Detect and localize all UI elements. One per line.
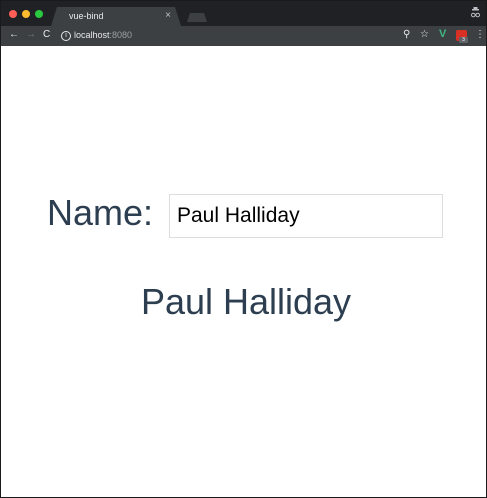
- tab-title: vue-bind: [69, 11, 104, 21]
- maximize-window-button[interactable]: [35, 10, 43, 18]
- browser-window: vue-bind × ← → C i localhost:8080 ⚲ ☆ V …: [0, 0, 487, 498]
- vue-devtools-icon[interactable]: V: [439, 28, 446, 40]
- incognito-icon: [471, 7, 480, 18]
- address-bar[interactable]: localhost:8080: [74, 30, 132, 40]
- close-window-button[interactable]: [9, 10, 17, 18]
- extension-badge: 3: [459, 37, 468, 43]
- page-content: Name: Paul Halliday: [1, 46, 486, 497]
- tab-close-icon[interactable]: ×: [165, 10, 171, 21]
- forward-arrow-icon[interactable]: →: [26, 29, 36, 40]
- back-arrow-icon[interactable]: ←: [9, 29, 19, 40]
- name-input[interactable]: [169, 194, 443, 238]
- new-tab-button[interactable]: [187, 13, 207, 22]
- url-port: :8080: [109, 30, 133, 40]
- menu-kebab-icon[interactable]: ⋮: [475, 29, 485, 40]
- minimize-window-button[interactable]: [22, 10, 30, 18]
- active-tab[interactable]: vue-bind ×: [51, 7, 181, 26]
- tab-bar: vue-bind ×: [1, 1, 486, 26]
- reload-icon[interactable]: C: [43, 29, 50, 40]
- browser-toolbar: ← → C i localhost:8080 ⚲ ☆ V 3 ⋮: [1, 26, 486, 46]
- site-info-icon[interactable]: i: [61, 31, 71, 41]
- url-host: localhost: [74, 30, 110, 40]
- bookmark-star-icon[interactable]: ☆: [420, 29, 429, 40]
- name-label: Name:: [47, 192, 154, 233]
- zoom-icon[interactable]: ⚲: [403, 29, 410, 40]
- name-output: Paul Halliday: [140, 281, 352, 322]
